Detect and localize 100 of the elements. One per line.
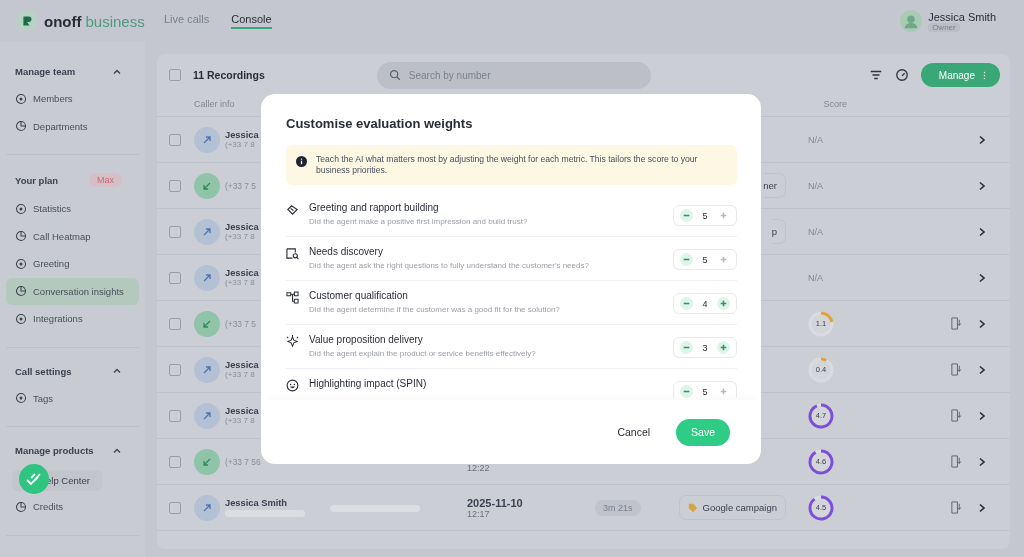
manage-button[interactable]: Manage (920, 63, 1000, 87)
incoming-call-icon (194, 310, 220, 337)
chevron-right-icon[interactable] (978, 272, 986, 283)
decrease-button[interactable] (680, 341, 693, 354)
brand-suffix: business (85, 12, 145, 30)
decrease-button[interactable] (680, 253, 693, 266)
sidebar-item[interactable]: Greeting (6, 250, 139, 278)
row-checkbox[interactable] (169, 179, 181, 192)
plus-icon (719, 299, 728, 308)
cancel-button[interactable]: Cancel (611, 425, 657, 439)
decrease-button[interactable] (680, 209, 693, 222)
incoming-call-icon (194, 172, 220, 199)
increase-button[interactable] (717, 341, 730, 354)
gauge-icon[interactable] (894, 68, 909, 82)
decrease-button[interactable] (680, 385, 693, 398)
outgoing-call-icon (194, 264, 220, 291)
filter-icon[interactable] (868, 68, 883, 82)
weight-value: 5 (701, 386, 709, 397)
download-document-icon[interactable] (950, 455, 963, 468)
caller-name: Jessica (225, 406, 259, 416)
user-role-badge: Owner (928, 22, 960, 32)
column-header: Score (823, 99, 848, 109)
plus-icon (719, 387, 728, 396)
caller-name: Jessica (225, 268, 259, 278)
duration-pill: 3m 21s (595, 499, 641, 516)
metric-description: Did the agent determine if the customer was a good fit for the solution? (309, 305, 561, 314)
search-field[interactable]: Search by number (376, 61, 651, 89)
info-text: Teach the AI what matters most by adjusting the weight for each metric. This tailors the score to your business priorities. (316, 154, 699, 176)
caller-name: Jessica (225, 360, 259, 370)
chevron-right-icon[interactable] (978, 456, 986, 467)
target-icon (15, 257, 27, 270)
weight-value: 4 (701, 298, 709, 309)
recordings-count: 11 Recordings (193, 69, 265, 81)
call-date: 2025-11-10 (467, 496, 523, 509)
column-header: Caller info (194, 99, 235, 109)
chevron-icon[interactable] (112, 366, 122, 376)
score-ring (808, 356, 834, 383)
section-title: Call settings (15, 365, 72, 377)
sidebar-item[interactable]: Credits (6, 493, 139, 521)
row-checkbox[interactable] (169, 271, 181, 284)
select-all-checkbox[interactable] (169, 69, 181, 81)
outgoing-call-icon (194, 126, 220, 153)
row-checkbox[interactable] (169, 133, 181, 146)
chevron-right-icon[interactable] (978, 410, 986, 421)
download-document-icon[interactable] (950, 363, 963, 376)
sidebar-item[interactable]: Tags (6, 384, 139, 412)
increase-button[interactable] (717, 297, 730, 310)
download-document-icon[interactable] (950, 317, 963, 330)
download-document-icon[interactable] (950, 501, 963, 514)
row-checkbox[interactable] (169, 501, 181, 514)
user-name: Jessica Smith (928, 10, 996, 23)
hierarchy-icon (286, 291, 299, 304)
score-value: N/A (808, 134, 823, 145)
chevron-right-icon[interactable] (978, 180, 986, 191)
plus-icon (719, 343, 728, 352)
decrease-button[interactable] (680, 297, 693, 310)
outgoing-call-icon (194, 402, 220, 429)
plus-icon (719, 211, 728, 220)
sidebar-item[interactable]: Statistics (6, 195, 139, 223)
chevron-right-icon[interactable] (978, 134, 986, 145)
outgoing-call-icon (194, 218, 220, 245)
row-checkbox[interactable] (169, 455, 181, 468)
metric-description: Did the agent ask the right questions to fully understand the customer's needs? (309, 261, 590, 270)
chevron-right-icon[interactable] (978, 502, 986, 513)
chat-bubble-icon[interactable] (19, 464, 49, 494)
row-checkbox[interactable] (169, 363, 181, 376)
weight-value: 3 (701, 342, 709, 353)
tag-label: Google campaign (702, 502, 777, 513)
metric-name: Greeting and rapport building (309, 202, 440, 213)
sidebar-item[interactable]: Departments (6, 112, 139, 140)
weight-value: 5 (701, 210, 709, 221)
metric-name: Value proposition delivery (309, 334, 424, 345)
outgoing-call-icon (194, 356, 220, 383)
search-document-icon (286, 247, 299, 260)
tag-label: ner (763, 180, 777, 191)
metric-name: Highlighting impact (SPIN) (309, 378, 428, 389)
incoming-call-icon (194, 448, 220, 475)
row-checkbox[interactable] (169, 317, 181, 330)
logo-icon (18, 12, 36, 30)
search-icon (388, 69, 401, 81)
sidebar-item[interactable]: Call Heatmap (6, 222, 139, 250)
section-title: Manage products (15, 445, 94, 456)
score-ring (808, 448, 834, 475)
score-value: N/A (808, 272, 823, 283)
nav-tab[interactable]: Console (231, 13, 272, 29)
dialog-title: Customise evaluation weights (286, 116, 474, 131)
sidebar-item[interactable]: Integrations (6, 305, 139, 333)
chevron-right-icon[interactable] (978, 318, 986, 329)
section-title: Your plan (15, 174, 59, 186)
chevron-right-icon[interactable] (978, 226, 986, 237)
chevron-right-icon[interactable] (978, 364, 986, 375)
row-checkbox[interactable] (169, 409, 181, 422)
metric-name: Customer qualification (309, 290, 409, 301)
score-value: N/A (808, 180, 823, 191)
sidebar-item[interactable]: Conversation insights (6, 277, 139, 305)
row-checkbox[interactable] (169, 225, 181, 238)
caller-name: Jessica (225, 222, 259, 232)
sidebar-item[interactable]: Members (6, 85, 139, 113)
plus-icon (719, 255, 728, 264)
download-document-icon[interactable] (950, 409, 963, 422)
